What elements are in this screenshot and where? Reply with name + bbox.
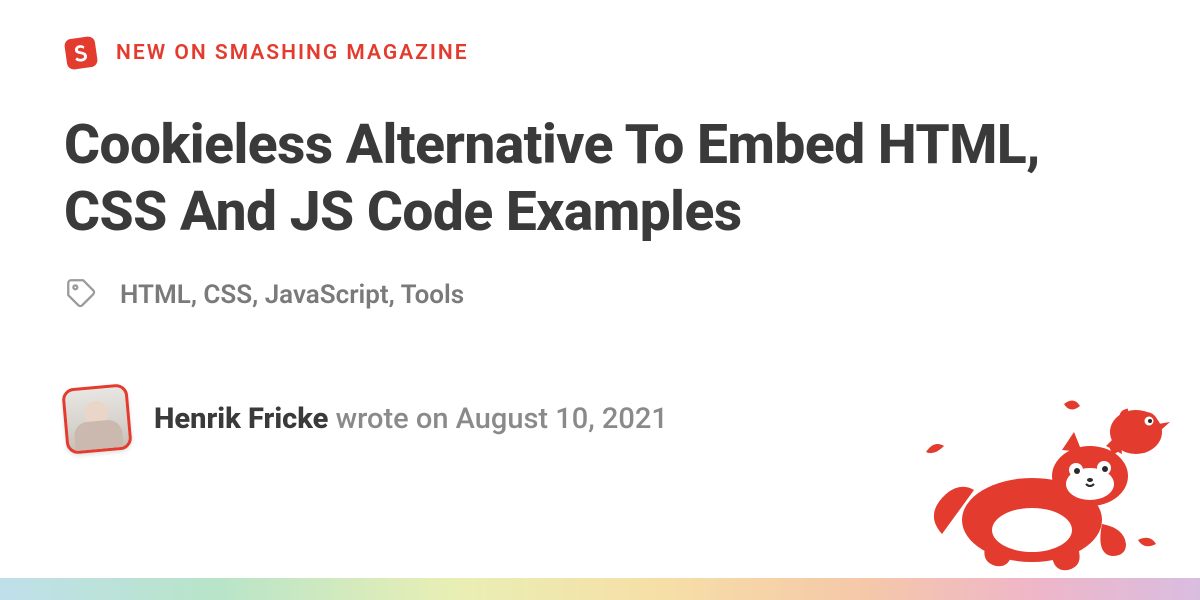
smashing-cat-mascot-icon: [906, 392, 1176, 582]
kicker-text: NEW ON SMASHING MAGAZINE: [116, 41, 469, 65]
publish-date: August 10, 2021: [456, 402, 668, 436]
byline-middle: wrote on: [328, 402, 455, 436]
article-title: Cookieless Alternative To Embed HTML, CS…: [64, 112, 1136, 246]
smashing-logo-icon: [64, 36, 98, 70]
tag-icon: [64, 276, 98, 314]
tags-row: HTML, CSS, JavaScript, Tools: [64, 276, 1136, 314]
byline-text: Henrik Fricke wrote on August 10, 2021: [154, 402, 668, 436]
rainbow-footer-bar: [0, 578, 1200, 600]
kicker-row: NEW ON SMASHING MAGAZINE: [64, 36, 1136, 70]
author-name: Henrik Fricke: [154, 402, 328, 436]
tags-text: HTML, CSS, JavaScript, Tools: [120, 280, 464, 310]
author-avatar: [61, 383, 133, 455]
